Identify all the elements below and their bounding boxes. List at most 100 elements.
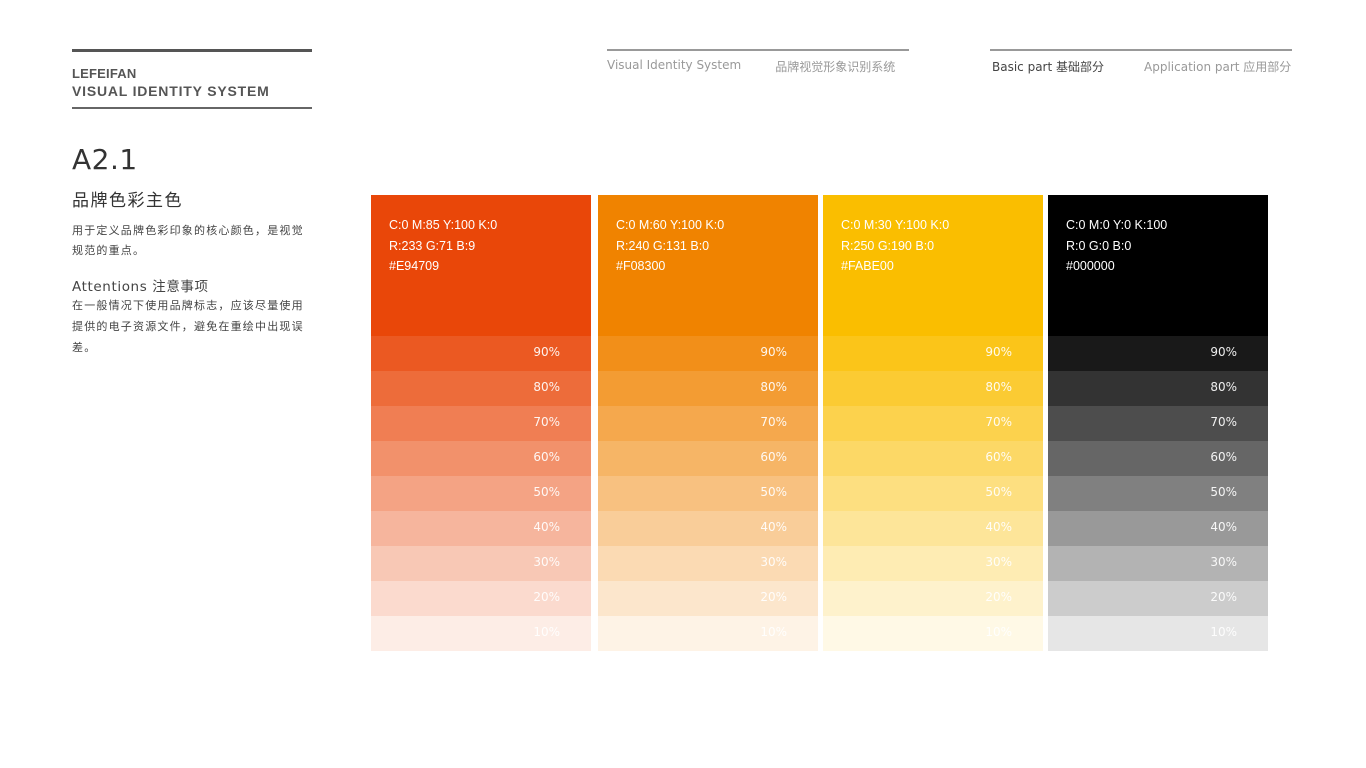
tint-label: 90% <box>760 345 787 359</box>
brand-name: LEFEIFAN <box>72 66 137 81</box>
brand-top-divider <box>72 49 312 52</box>
tint-label: 40% <box>985 520 1012 534</box>
tint-swatch: 70% <box>598 406 818 441</box>
swatch-rgb-value: R:240 G:131 B:0 <box>616 238 710 253</box>
tint-label: 50% <box>1210 485 1237 499</box>
nav-basic-part[interactable]: Basic part 基础部分 <box>992 58 1104 75</box>
tint-swatch: 10% <box>598 616 818 651</box>
tint-label: 50% <box>533 485 560 499</box>
swatch-rgb-value: R:233 G:71 B:9 <box>389 238 476 253</box>
attentions-title: Attentions 注意事项 <box>72 279 209 295</box>
brand-block: LEFEIFAN VISUAL IDENTITY SYSTEM <box>72 49 312 109</box>
tint-label: 60% <box>1210 450 1237 464</box>
swatch-hex-value: #000000 <box>1066 259 1115 273</box>
tint-swatch: 40% <box>598 511 818 546</box>
tint-label: 30% <box>985 555 1012 569</box>
tint-swatch: 80% <box>371 371 591 406</box>
tint-swatch: 20% <box>371 581 591 616</box>
tint-label: 90% <box>1210 345 1237 359</box>
tint-label: 70% <box>1210 415 1237 429</box>
swatch-cmyk-value: C:0 M:30 Y:100 K:0 <box>841 218 950 232</box>
tint-swatch: 20% <box>823 581 1043 616</box>
swatch-column-brand-black: C:0 M:0 Y:0 K:100 R:0 G:0 B:0 #000000 90% 80… <box>1048 195 1268 651</box>
tint-swatch: 60% <box>823 441 1043 476</box>
tint-label: 10% <box>760 625 787 639</box>
section-description: 用于定义品牌色彩印象的核心颜色，是视觉规范的重点。 <box>72 224 304 257</box>
swatch-main-brand-red-orange: C:0 M:85 Y:100 K:0 R:233 G:71 B:9 #E94709 <box>371 195 591 336</box>
tint-swatch: 40% <box>1048 511 1268 546</box>
swatch-cmyk-value: C:0 M:85 Y:100 K:0 <box>389 218 498 232</box>
tint-label: 70% <box>533 415 560 429</box>
tint-swatch: 10% <box>823 616 1043 651</box>
swatch-main-brand-orange: C:0 M:60 Y:100 K:0 R:240 G:131 B:0 #F08300 <box>598 195 818 336</box>
tint-label: 30% <box>1210 555 1237 569</box>
tint-label: 50% <box>985 485 1012 499</box>
nav-parts-divider <box>990 49 1292 51</box>
tint-swatch: 90% <box>823 336 1043 371</box>
swatch-column-brand-red-orange: C:0 M:85 Y:100 K:0 R:233 G:71 B:9 #E94709 9… <box>371 195 591 651</box>
section-code: A2.1 <box>72 143 138 176</box>
tint-swatch: 30% <box>823 546 1043 581</box>
tint-label: 60% <box>760 450 787 464</box>
tint-label: 30% <box>760 555 787 569</box>
tint-swatch: 20% <box>1048 581 1268 616</box>
tint-swatch: 20% <box>598 581 818 616</box>
swatch-column-brand-yellow: C:0 M:30 Y:100 K:0 R:250 G:190 B:0 #FABE00… <box>823 195 1043 651</box>
tint-label: 80% <box>985 380 1012 394</box>
tint-label: 70% <box>985 415 1012 429</box>
swatch-main-brand-black: C:0 M:0 Y:0 K:100 R:0 G:0 B:0 #000000 <box>1048 195 1268 336</box>
tint-swatch: 10% <box>1048 616 1268 651</box>
tint-swatch: 70% <box>1048 406 1268 441</box>
nav-application-part[interactable]: Application part 应用部分 <box>1144 58 1291 75</box>
tint-swatch: 90% <box>598 336 818 371</box>
swatch-hex-value: #F08300 <box>616 259 666 273</box>
tint-swatch: 60% <box>598 441 818 476</box>
nav-visual-identity-system[interactable]: Visual Identity System <box>607 58 741 75</box>
tint-label: 90% <box>985 345 1012 359</box>
tint-label: 20% <box>533 590 560 604</box>
swatch-hex-value: #FABE00 <box>841 259 894 273</box>
tint-label: 10% <box>533 625 560 639</box>
tint-label: 10% <box>1210 625 1237 639</box>
tint-swatch: 50% <box>598 476 818 511</box>
tint-swatch: 50% <box>371 476 591 511</box>
tint-swatch: 30% <box>1048 546 1268 581</box>
tint-swatch: 10% <box>371 616 591 651</box>
tint-swatch: 40% <box>823 511 1043 546</box>
tint-swatch: 30% <box>371 546 591 581</box>
tint-label: 80% <box>533 380 560 394</box>
tint-swatch: 90% <box>1048 336 1268 371</box>
tint-label: 20% <box>760 590 787 604</box>
tint-swatch: 70% <box>823 406 1043 441</box>
nav-parts: Basic part 基础部分 Application part 应用部分 <box>990 49 1292 75</box>
tint-swatch: 50% <box>823 476 1043 511</box>
brand-bottom-divider <box>72 107 312 109</box>
tint-label: 70% <box>760 415 787 429</box>
swatch-cmyk-value: C:0 M:0 Y:0 K:100 <box>1066 218 1168 232</box>
swatch-main-brand-yellow: C:0 M:30 Y:100 K:0 R:250 G:190 B:0 #FABE00 <box>823 195 1043 336</box>
tint-label: 90% <box>533 345 560 359</box>
tint-swatch: 60% <box>1048 441 1268 476</box>
tint-swatch: 80% <box>823 371 1043 406</box>
tint-swatch: 30% <box>598 546 818 581</box>
nav-system-divider <box>607 49 909 51</box>
tint-swatch: 40% <box>371 511 591 546</box>
tint-label: 80% <box>760 380 787 394</box>
tint-label: 30% <box>533 555 560 569</box>
tint-label: 20% <box>1210 590 1237 604</box>
brand-system-title: VISUAL IDENTITY SYSTEM <box>72 83 270 99</box>
tint-label: 80% <box>1210 380 1237 394</box>
tint-label: 60% <box>985 450 1012 464</box>
tint-label: 10% <box>985 625 1012 639</box>
tint-label: 40% <box>533 520 560 534</box>
tint-swatch: 80% <box>1048 371 1268 406</box>
tint-swatch: 70% <box>371 406 591 441</box>
swatch-column-brand-orange: C:0 M:60 Y:100 K:0 R:240 G:131 B:0 #F08300… <box>598 195 818 651</box>
tint-label: 20% <box>985 590 1012 604</box>
tint-label: 60% <box>533 450 560 464</box>
tint-swatch: 60% <box>371 441 591 476</box>
nav-brand-visual-system-cn[interactable]: 品牌视觉形象识别系统 <box>775 58 895 75</box>
swatch-hex-value: #E94709 <box>389 259 440 273</box>
tint-label: 40% <box>1210 520 1237 534</box>
swatch-rgb-value: R:250 G:190 B:0 <box>841 238 935 253</box>
